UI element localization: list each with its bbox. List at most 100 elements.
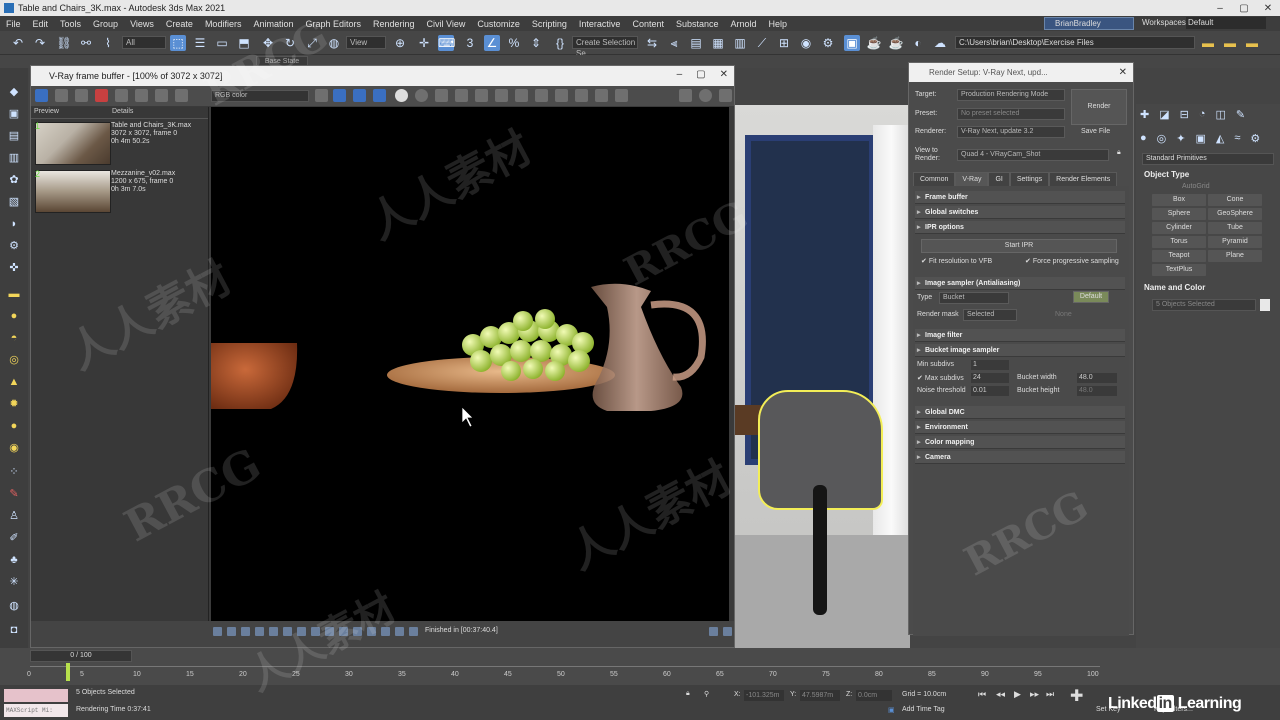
close-icon[interactable]: ✕: [1256, 0, 1280, 16]
pixel-info-icon[interactable]: [535, 89, 548, 102]
cameras-icon[interactable]: ▧: [6, 194, 22, 210]
tab-render-elements[interactable]: Render Elements: [1049, 172, 1118, 186]
target-dropdown[interactable]: Production Rendering Mode: [957, 89, 1065, 101]
status-tool-icon[interactable]: [241, 627, 250, 636]
menu-animation[interactable]: Animation: [247, 19, 299, 29]
menu-tools[interactable]: Tools: [54, 19, 87, 29]
angle-snap-icon[interactable]: ∠: [484, 35, 500, 51]
blue-channel-icon[interactable]: [373, 89, 386, 102]
scatter-icon[interactable]: ✳: [6, 574, 22, 590]
menu-edit[interactable]: Edit: [27, 19, 55, 29]
rollout-bucket-sampler[interactable]: Bucket image sampler: [915, 344, 1125, 357]
cone-button[interactable]: Cone: [1208, 194, 1262, 206]
display-tab-icon[interactable]: ◫: [1216, 108, 1226, 121]
channel-dropdown[interactable]: RGB color: [211, 90, 309, 102]
sampler-type-dropdown[interactable]: Bucket: [939, 292, 1009, 304]
save-all-icon[interactable]: [75, 89, 88, 102]
open-folder-icon[interactable]: ▬: [1222, 35, 1238, 51]
grass-icon[interactable]: ♣: [6, 552, 22, 568]
previous-frame-icon[interactable]: ◂◂: [996, 689, 1005, 700]
render-production-icon[interactable]: ☕: [866, 35, 882, 51]
dome-object-icon[interactable]: ◓: [6, 330, 22, 346]
layer-explorer-icon[interactable]: ▦: [710, 35, 726, 51]
percent-snap-icon[interactable]: %: [506, 35, 522, 51]
save-file-checkbox[interactable]: Save File: [1081, 128, 1110, 135]
isolate-selection-icon[interactable]: ⚲: [704, 690, 709, 698]
maxscript-mini-listener[interactable]: MAXScript Mi:: [4, 704, 68, 717]
menu-scripting[interactable]: Scripting: [526, 19, 573, 29]
select-object-icon[interactable]: ⬚: [170, 35, 186, 51]
mono-icon[interactable]: [415, 89, 428, 102]
plane-button[interactable]: Plane: [1208, 250, 1262, 262]
minimize-icon[interactable]: –: [1208, 0, 1232, 16]
rollout-environment[interactable]: Environment: [915, 421, 1125, 434]
window-crossing-icon[interactable]: ⬒: [236, 35, 252, 51]
go-to-end-icon[interactable]: ⏭: [1046, 689, 1054, 700]
ocio-icon[interactable]: [595, 89, 608, 102]
status-tool-icon[interactable]: [255, 627, 264, 636]
status-tool-icon[interactable]: [297, 627, 306, 636]
sphere-object-icon[interactable]: ●: [6, 308, 22, 324]
snaps-toggle-icon[interactable]: 3: [462, 35, 478, 51]
unlink-icon[interactable]: ⚯: [78, 35, 94, 51]
object-type-header[interactable]: Object Type: [1144, 170, 1189, 179]
timeline-ruler[interactable]: 0 5 10 15 20 25 30 35 40 45 50 55 60 65 70 75 80 85 90 95 10…: [27, 666, 1100, 682]
undo-icon[interactable]: ↶: [10, 35, 26, 51]
status-tool-icon[interactable]: [325, 627, 334, 636]
render-setup-icon[interactable]: ⚙: [820, 35, 836, 51]
keyboard-shortcut-icon[interactable]: ⌨: [438, 35, 455, 51]
follow-mouse-icon[interactable]: [455, 89, 468, 102]
play-icon[interactable]: ▶: [1014, 689, 1021, 700]
lights-icon[interactable]: ✿: [6, 172, 22, 188]
status-tool-icon[interactable]: [227, 627, 236, 636]
go-to-start-icon[interactable]: ⏮: [978, 689, 986, 700]
primitive-type-dropdown[interactable]: Standard Primitives: [1142, 153, 1274, 165]
status-collapse-icon[interactable]: [723, 627, 732, 636]
status-tool-icon[interactable]: [381, 627, 390, 636]
sphere-button[interactable]: Sphere: [1152, 208, 1206, 220]
torus-object-icon[interactable]: ◎: [6, 352, 22, 368]
lens-effects-icon[interactable]: [155, 89, 168, 102]
browse-folder-icon[interactable]: ▬: [1244, 35, 1260, 51]
lock-selection-icon[interactable]: 🔒︎: [686, 690, 690, 698]
time-slider[interactable]: 0 / 100: [30, 650, 132, 662]
view-cube-icon[interactable]: ◘: [6, 622, 22, 638]
lights-category-icon[interactable]: ✦: [1176, 132, 1185, 145]
named-selection-sets-dropdown[interactable]: Create Selection Se: [572, 36, 638, 58]
sun-light-icon[interactable]: ✹: [6, 396, 22, 412]
bind-spacewarp-icon[interactable]: ⌇: [100, 35, 116, 51]
menu-interactive[interactable]: Interactive: [573, 19, 627, 29]
set-key-icon[interactable]: ✚: [1070, 686, 1083, 706]
history-item[interactable]: 2 Mezzanine_v02.max 1200 x 675, frame 0 …: [31, 167, 208, 215]
color-picker-icon[interactable]: [315, 89, 328, 102]
max-subdivs-checkbox[interactable]: ✔ Max subdivs: [917, 374, 964, 382]
add-time-tag[interactable]: Add Time Tag: [902, 706, 945, 713]
menu-help[interactable]: Help: [763, 19, 794, 29]
systems-category-icon[interactable]: ⚙: [1250, 132, 1260, 145]
bucket-width-input[interactable]: 48.0: [1077, 373, 1117, 383]
helpers-icon[interactable]: ◗: [6, 216, 22, 232]
max-subdivs-input[interactable]: 24: [971, 373, 1009, 383]
helpers-category-icon[interactable]: ◭: [1216, 132, 1224, 145]
timeline-playhead[interactable]: [66, 663, 70, 681]
textplus-button[interactable]: TextPlus: [1152, 264, 1206, 276]
green-channel-icon[interactable]: [353, 89, 366, 102]
bulb-light-icon[interactable]: ◉: [6, 440, 22, 456]
menu-graph-editors[interactable]: Graph Editors: [299, 19, 367, 29]
character-icon[interactable]: ♙: [6, 508, 22, 524]
vfb-close-icon[interactable]: ✕: [720, 69, 728, 80]
tab-common[interactable]: Common: [913, 172, 956, 186]
shape-icon[interactable]: ▥: [6, 150, 22, 166]
bucket-height-input[interactable]: 48.0: [1077, 386, 1117, 396]
menu-arnold[interactable]: Arnold: [725, 19, 763, 29]
status-tool-icon[interactable]: [269, 627, 278, 636]
vfb-minimize-icon[interactable]: –: [677, 69, 683, 80]
hierarchy-tab-icon[interactable]: ⊟: [1180, 108, 1189, 121]
tube-button[interactable]: Tube: [1208, 222, 1262, 234]
project-folder-path[interactable]: C:\Users\brian\Desktop\Exercise Files: [955, 36, 1195, 49]
tab-gi[interactable]: GI: [988, 172, 1010, 186]
min-subdivs-input[interactable]: 1: [971, 360, 1009, 370]
rotate-icon[interactable]: ↻: [282, 35, 298, 51]
menu-views[interactable]: Views: [124, 19, 160, 29]
status-tool-icon[interactable]: [409, 627, 418, 636]
